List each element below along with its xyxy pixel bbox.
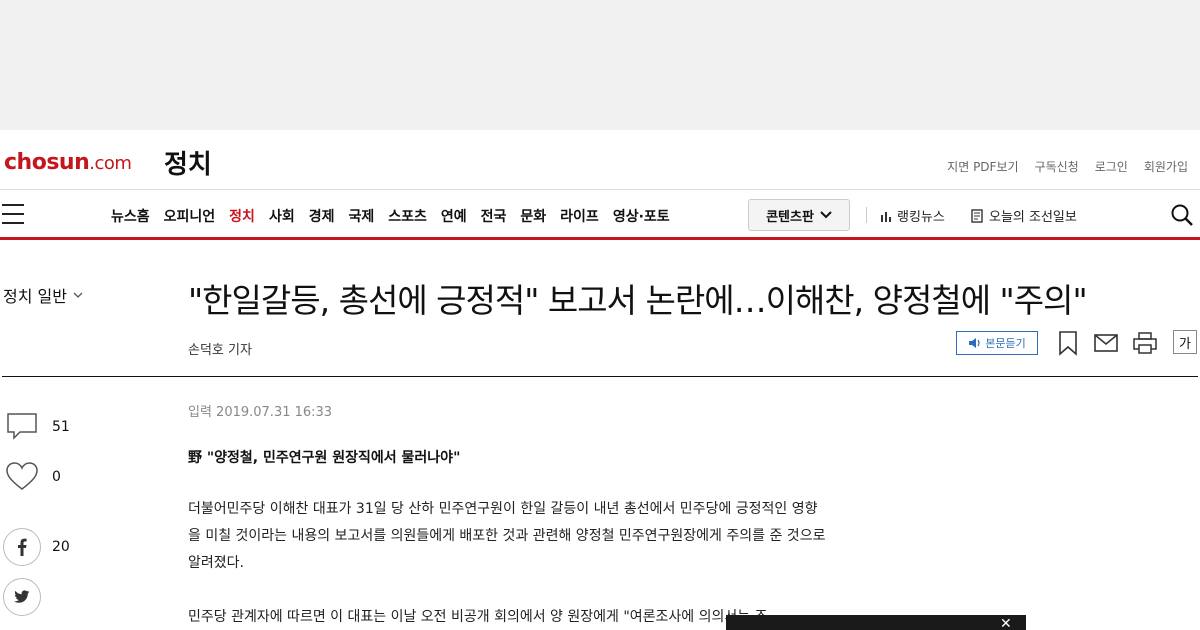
bar-chart-icon — [881, 211, 891, 222]
masthead: chosun.com 정치 지면 PDF보기 구독신청 로그인 회원가입 — [0, 130, 1200, 190]
speaker-icon — [969, 338, 980, 348]
logo-suffix: .com — [89, 153, 132, 174]
search-icon[interactable] — [1170, 203, 1194, 227]
utility-links: 지면 PDF보기 구독신청 로그인 회원가입 — [947, 158, 1188, 175]
nav-item-society[interactable]: 사회 — [262, 206, 302, 226]
facebook-share-button[interactable] — [3, 528, 41, 566]
article-subhead: 野 "양정철, 민주연구원 원장직에서 물러나야" — [188, 450, 461, 466]
nav-item-national[interactable]: 전국 — [474, 206, 514, 226]
nav-item-entertainment[interactable]: 연예 — [434, 206, 474, 226]
like-count: 0 — [52, 469, 61, 485]
nav-item-economy[interactable]: 경제 — [302, 206, 342, 226]
close-icon[interactable]: ✕ — [1000, 617, 1018, 630]
listen-button[interactable]: 본문듣기 — [956, 331, 1038, 355]
nav-item-international[interactable]: 국제 — [341, 206, 381, 226]
article-headline: "한일갈등, 총선에 긍정적" 보고서 논란에…이해찬, 양정철에 "주의" — [188, 281, 1088, 320]
global-nav: 뉴스홈 오피니언 정치 사회 경제 국제 스포츠 연예 전국 문화 라이프 영상… — [0, 191, 1200, 240]
today-paper-link[interactable]: 오늘의 조선일보 — [970, 206, 1077, 225]
breadcrumb[interactable]: 정치 일반 — [3, 283, 83, 307]
logo-main: chosun — [4, 150, 90, 175]
header-divider — [2, 376, 1198, 377]
nav-item-life[interactable]: 라이프 — [553, 206, 606, 226]
nav-item-culture[interactable]: 문화 — [513, 206, 553, 226]
chevron-down-icon — [73, 292, 83, 298]
nav-item-opinion[interactable]: 오피니언 — [157, 206, 223, 226]
comment-count: 51 — [52, 419, 70, 435]
bookmark-icon[interactable] — [1056, 330, 1080, 356]
nav-item-politics[interactable]: 정치 — [222, 206, 262, 226]
breadcrumb-label: 정치 일반 — [3, 287, 67, 306]
login-link[interactable]: 로그인 — [1095, 158, 1128, 175]
print-icon[interactable] — [1133, 330, 1157, 356]
article-paragraph: 더불어민주당 이해찬 대표가 31일 당 산하 민주연구원이 한일 갈등이 내년… — [188, 501, 826, 571]
site-logo[interactable]: chosun.com — [4, 150, 132, 175]
nav-item-video-photo[interactable]: 영상·포토 — [606, 206, 677, 226]
newspaper-icon — [971, 208, 983, 223]
ranking-news-label: 랭킹뉴스 — [897, 210, 945, 225]
nav-item-news-home[interactable]: 뉴스홈 — [104, 206, 157, 226]
twitter-share-button[interactable] — [3, 578, 41, 616]
signup-link[interactable]: 회원가입 — [1144, 158, 1188, 175]
facebook-count: 20 — [52, 539, 70, 555]
facebook-icon — [18, 538, 27, 556]
listen-label: 본문듣기 — [985, 337, 1026, 350]
ranking-news-link[interactable]: 랭킹뉴스 — [880, 206, 945, 225]
article-byline[interactable]: 손덕호 기자 — [188, 339, 252, 358]
mail-icon[interactable] — [1094, 330, 1118, 356]
content-menu-label: 콘텐츠판 — [766, 209, 814, 225]
subscribe-link[interactable]: 구독신청 — [1035, 158, 1079, 175]
font-size-button[interactable]: 가 — [1173, 330, 1197, 354]
today-paper-label: 오늘의 조선일보 — [989, 210, 1077, 225]
pdf-link[interactable]: 지면 PDF보기 — [947, 158, 1018, 175]
nav-item-sports[interactable]: 스포츠 — [381, 206, 434, 226]
heart-icon[interactable] — [6, 462, 38, 492]
floating-video-player[interactable] — [726, 615, 1026, 630]
chevron-down-icon — [820, 211, 832, 219]
content-menu-button[interactable]: 콘텐츠판 — [748, 199, 850, 231]
comment-icon[interactable] — [6, 412, 38, 440]
nav-items: 뉴스홈 오피니언 정치 사회 경제 국제 스포츠 연예 전국 문화 라이프 영상… — [104, 191, 677, 240]
article-date: 입력 2019.07.31 16:33 — [188, 405, 333, 420]
section-title[interactable]: 정치 — [164, 144, 212, 181]
twitter-icon — [14, 590, 30, 603]
ad-banner-area — [0, 0, 1200, 130]
hamburger-menu-icon[interactable] — [2, 204, 24, 224]
nav-divider — [866, 207, 867, 223]
